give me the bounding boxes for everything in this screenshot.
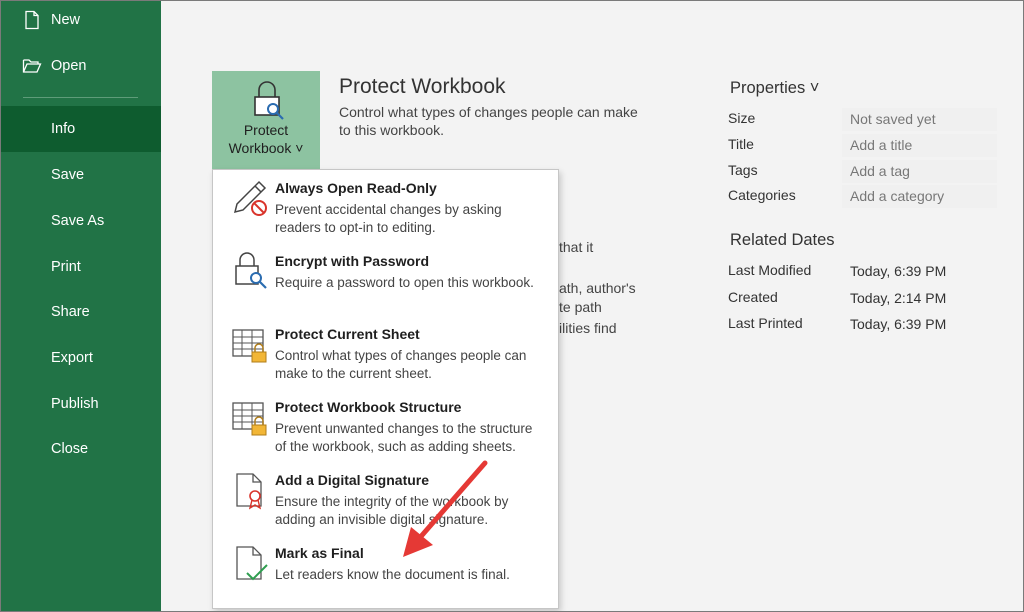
menu-item-description: Let readers know the document is final.	[275, 567, 510, 582]
menu-item-title: Protect Current Sheet	[275, 326, 420, 342]
nav-new[interactable]: New	[0, 0, 161, 43]
menu-item-description: Control what types of changes people can…	[275, 348, 527, 381]
nav-save-label: Save	[51, 167, 85, 183]
lock-key-icon	[235, 252, 267, 289]
size-label: Size	[728, 110, 756, 126]
obscured-text-3: te path	[559, 299, 602, 315]
lock-key-icon	[254, 81, 284, 120]
nav-close-label: Close	[51, 441, 89, 457]
related-dates-header: Related Dates	[730, 231, 835, 249]
obscured-text-1: that it	[559, 239, 594, 255]
nav-save[interactable]: Save	[0, 152, 161, 198]
obscured-text-2: ath, author's	[559, 280, 636, 296]
workbook-lock-icon	[232, 402, 267, 436]
nav-divider	[23, 97, 138, 98]
menu-item-description: Prevent unwanted changes to the structur…	[275, 421, 533, 454]
size-value: Not saved yet	[842, 108, 997, 131]
last-printed-value: Today, 6:39 PM	[850, 316, 947, 332]
menu-item-encrypt-with-password[interactable]: Encrypt with Password Require a password…	[213, 243, 558, 315]
created-value: Today, 2:14 PM	[850, 290, 947, 306]
nav-share[interactable]: Share	[0, 289, 161, 335]
menu-item-add-digital-signature[interactable]: Add a Digital Signature Ensure the integ…	[213, 462, 558, 534]
document-check-icon	[236, 546, 268, 581]
pencil-no-icon	[233, 180, 267, 216]
menu-item-protect-current-sheet[interactable]: Protect Current Sheet Control what types…	[213, 316, 558, 388]
nav-export-label: Export	[51, 350, 93, 366]
last-printed-label: Last Printed	[728, 315, 803, 331]
nav-info-label: Info	[51, 121, 76, 137]
menu-item-title: Mark as Final	[275, 545, 364, 561]
obscured-text-4: ilities find	[559, 320, 617, 336]
menu-item-description: Prevent accidental changes by asking rea…	[275, 202, 502, 235]
nav-export[interactable]: Export	[0, 335, 161, 381]
nav-info[interactable]: Info	[0, 106, 161, 152]
protect-workbook-button[interactable]: Protect Workbook ˅	[212, 71, 320, 169]
protect-button-label-line1: Protect	[243, 122, 289, 138]
title-field[interactable]: Add a title	[842, 134, 997, 157]
menu-item-description: Require a password to open this workbook…	[275, 275, 534, 290]
menu-item-title: Protect Workbook Structure	[275, 399, 462, 415]
nav-print[interactable]: Print	[0, 244, 161, 290]
menu-item-title: Always Open Read-Only	[275, 180, 437, 196]
backstage-nav: New Open Info Save Save As Print Share E…	[0, 0, 161, 612]
nav-open-label: Open	[51, 58, 87, 74]
folder-open-icon	[22, 59, 42, 73]
nav-publish[interactable]: Publish	[0, 381, 161, 427]
tags-field[interactable]: Add a tag	[842, 160, 997, 183]
protect-workbook-menu: Always Open Read-Only Prevent accidental…	[212, 169, 559, 609]
nav-save-as[interactable]: Save As	[0, 198, 161, 244]
title-label: Title	[728, 136, 754, 152]
nav-print-label: Print	[51, 259, 81, 275]
menu-item-protect-workbook-structure[interactable]: Protect Workbook Structure Prevent unwan…	[213, 389, 558, 461]
menu-item-mark-as-final[interactable]: Mark as Final Let readers know the docum…	[213, 535, 558, 607]
last-modified-value: Today, 6:39 PM	[850, 263, 947, 279]
new-document-icon	[25, 10, 39, 30]
last-modified-label: Last Modified	[728, 262, 812, 278]
tags-label: Tags	[728, 162, 758, 178]
categories-field[interactable]: Add a category	[842, 185, 997, 208]
menu-item-title: Encrypt with Password	[275, 253, 430, 269]
sheet-lock-icon	[232, 329, 267, 363]
nav-open[interactable]: Open	[0, 43, 161, 89]
nav-publish-label: Publish	[51, 396, 99, 412]
nav-save-as-label: Save As	[51, 213, 105, 229]
nav-new-label: New	[51, 12, 81, 28]
protect-workbook-title: Protect Workbook	[339, 75, 506, 98]
menu-item-always-open-read-only[interactable]: Always Open Read-Only Prevent accidental…	[213, 170, 558, 242]
nav-close[interactable]: Close	[0, 426, 161, 472]
annotation-arrow-icon	[403, 460, 488, 557]
signature-ribbon-icon	[236, 473, 262, 510]
nav-share-label: Share	[51, 304, 90, 320]
categories-label: Categories	[728, 187, 796, 203]
created-label: Created	[728, 289, 778, 305]
protect-button-label-line2: Workbook ˅	[228, 140, 304, 156]
properties-header[interactable]: Properties ˅	[730, 79, 819, 98]
protect-workbook-description: Control what types of changes people can…	[339, 104, 638, 138]
